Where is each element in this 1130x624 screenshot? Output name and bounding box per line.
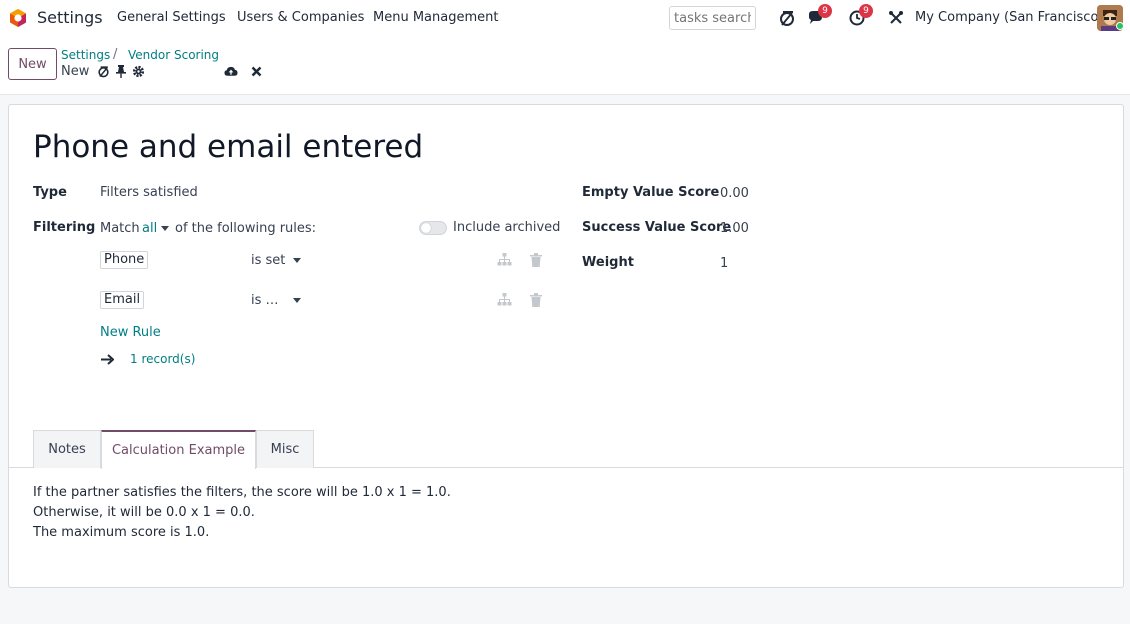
rule-field-phone[interactable]: Phone: [100, 251, 149, 269]
save-cloud-icon[interactable]: [224, 64, 238, 78]
include-archived-toggle[interactable]: [419, 221, 447, 235]
app-logo-icon[interactable]: [8, 8, 28, 28]
tab-calculation-example[interactable]: Calculation Example: [101, 430, 256, 469]
type-value[interactable]: Filters satisfied: [100, 185, 198, 200]
breadcrumb-vendor-scoring[interactable]: Vendor Scoring: [128, 48, 219, 62]
messages-badge: 9: [818, 4, 832, 18]
record-name: New: [61, 64, 90, 79]
gear-icon[interactable]: [131, 64, 145, 78]
menu-general-settings[interactable]: General Settings: [117, 10, 226, 25]
tab-misc[interactable]: Misc: [256, 430, 314, 468]
trash-icon[interactable]: [528, 292, 544, 308]
rule-operator-email[interactable]: is …: [251, 293, 301, 308]
app-name[interactable]: Settings: [37, 8, 103, 27]
menu-menu-management[interactable]: Menu Management: [373, 10, 498, 25]
weight-label: Weight: [582, 255, 634, 270]
activities-badge: 9: [859, 4, 873, 18]
tools-icon[interactable]: [886, 8, 906, 28]
match-prefix: Match: [100, 221, 140, 236]
rule-field-email[interactable]: Email: [100, 291, 145, 309]
pin-icon[interactable]: [114, 64, 128, 78]
success-value-score-field[interactable]: 1.00: [720, 221, 749, 236]
match-all-dropdown[interactable]: all: [142, 221, 170, 236]
chevron-down-icon: [161, 226, 170, 231]
new-button[interactable]: New: [8, 48, 57, 80]
empty-value-score-field[interactable]: 0.00: [720, 186, 749, 201]
add-branch-icon[interactable]: [496, 292, 512, 308]
toggle-knob: [421, 223, 431, 233]
add-branch-icon[interactable]: [496, 252, 512, 268]
weight-field[interactable]: 1: [720, 256, 728, 271]
activity-clock-icon[interactable]: 9: [847, 4, 873, 28]
breadcrumb-separator: /: [113, 47, 118, 62]
control-panel: New Settings / Vendor Scoring New: [0, 36, 1130, 95]
empty-value-score-label: Empty Value Score: [582, 185, 720, 200]
trash-icon[interactable]: [528, 252, 544, 268]
chevron-down-icon: [293, 258, 302, 263]
filtering-label: Filtering: [33, 220, 96, 235]
type-label: Type: [33, 185, 67, 200]
rule-operator-phone-label: is set: [251, 253, 286, 268]
online-status-dot: [1116, 22, 1124, 30]
success-value-score-label: Success Value Score: [582, 220, 732, 235]
company-switcher[interactable]: My Company (San Francisco): [915, 10, 1103, 25]
records-count-link[interactable]: 1 record(s): [130, 352, 195, 366]
calculation-line-2: Otherwise, it will be 0.0 x 1 = 0.0.: [33, 505, 255, 520]
messages-icon[interactable]: 9: [806, 4, 832, 28]
search-input[interactable]: [669, 6, 756, 30]
rule-operator-phone[interactable]: is set: [251, 253, 302, 268]
refresh-record-icon[interactable]: [96, 64, 110, 78]
form-sheet: Phone and email entered Type Filters sat…: [8, 104, 1124, 588]
new-rule-link[interactable]: New Rule: [100, 325, 161, 340]
match-suffix: of the following rules:: [175, 221, 317, 236]
refresh-icon[interactable]: [777, 8, 797, 28]
arrow-right-icon: [99, 351, 115, 367]
tab-notes[interactable]: Notes: [33, 430, 101, 468]
discard-close-icon[interactable]: [249, 64, 263, 78]
chevron-down-icon: [292, 298, 301, 303]
top-navbar: Settings General Settings Users & Compan…: [0, 0, 1130, 36]
record-title[interactable]: Phone and email entered: [33, 129, 423, 165]
menu-users-companies[interactable]: Users & Companies: [237, 10, 364, 25]
calculation-line-3: The maximum score is 1.0.: [33, 525, 210, 540]
match-all-value: all: [142, 221, 158, 236]
rule-operator-email-label: is …: [251, 293, 279, 308]
calculation-line-1: If the partner satisfies the filters, th…: [33, 485, 451, 500]
include-archived-label[interactable]: Include archived: [453, 220, 560, 235]
breadcrumb-settings[interactable]: Settings: [61, 48, 110, 62]
